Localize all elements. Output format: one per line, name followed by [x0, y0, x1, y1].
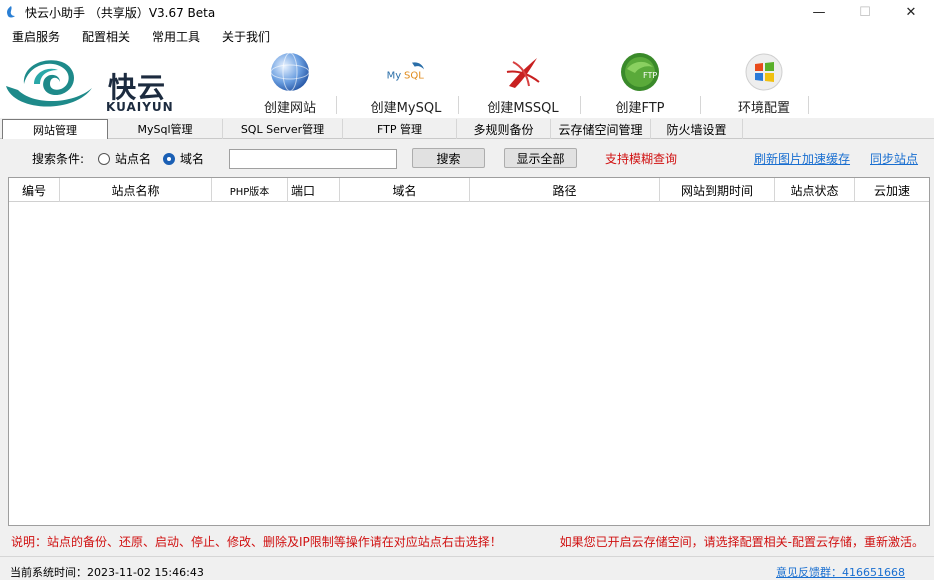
column-header-path[interactable]: 路径: [470, 178, 660, 202]
radio-domain[interactable]: 域名: [163, 150, 204, 167]
status-bar: 当前系统时间：2023-11-02 15:46:43 意见反馈群：4166516…: [0, 556, 934, 580]
svg-text:My: My: [387, 70, 402, 81]
column-header-domain[interactable]: 域名: [340, 178, 470, 202]
close-button[interactable]: ✕: [888, 0, 934, 24]
table-header: 编号 站点名称 PHP版本 端口 域名 路径 网站到期时间 站点状态 云加速: [9, 178, 929, 202]
tab-mysql-management[interactable]: MySql管理: [108, 119, 223, 139]
menu-bar: 重启服务 配置相关 常用工具 关于我们: [0, 24, 934, 48]
site-table[interactable]: 编号 站点名称 PHP版本 端口 域名 路径 网站到期时间 站点状态 云加速: [8, 177, 930, 526]
minimize-button[interactable]: —: [796, 0, 842, 24]
menu-restart-service[interactable]: 重启服务: [0, 28, 70, 45]
radio-domain-label: 域名: [180, 152, 205, 166]
toolbar-separator: [808, 96, 809, 114]
tab-cloud-storage[interactable]: 云存储空间管理: [551, 119, 651, 139]
radio-domain-indicator[interactable]: [163, 152, 175, 165]
column-header-expiry[interactable]: 网站到期时间: [660, 178, 775, 202]
column-header-php-version[interactable]: PHP版本: [212, 178, 288, 202]
menu-config[interactable]: 配置相关: [70, 28, 140, 45]
search-condition-label: 搜索条件:: [32, 152, 85, 166]
windows-icon: [745, 53, 783, 90]
logo-text-en: KUAIYUN: [106, 100, 174, 114]
mssql-icon: [506, 57, 540, 88]
usage-note: 说明：站点的备份、还原、启动、停止、修改、删除及IP限制等操作请在对应站点右击选…: [11, 535, 502, 549]
column-header-port[interactable]: 端口: [288, 178, 340, 202]
search-input[interactable]: [229, 149, 397, 169]
tab-backup[interactable]: 多规则备份: [457, 119, 551, 139]
radio-site-name-label: 站点名: [115, 152, 152, 166]
create-site-button[interactable]: 创建网站: [258, 50, 322, 116]
env-config-button[interactable]: 环境配置: [734, 50, 794, 116]
logo: 快云 KUAIYUN: [4, 54, 184, 114]
search-button[interactable]: 搜索: [412, 148, 485, 168]
create-mysql-label: 创建MySQL: [370, 101, 442, 116]
system-time-label: 当前系统时间：: [10, 566, 87, 579]
ftp-icon: FTP: [621, 52, 659, 91]
column-header-cdn[interactable]: 云加速: [855, 178, 929, 202]
toolbar-separator: [700, 96, 701, 114]
logo-swirl-icon: [6, 60, 92, 107]
create-ftp-button[interactable]: FTP 创建FTP: [610, 50, 670, 116]
globe-icon: [270, 52, 310, 91]
toolbar-separator: [458, 96, 459, 114]
app-icon: [7, 6, 15, 18]
show-all-button[interactable]: 显示全部: [504, 148, 577, 168]
toolbar-separator: [336, 96, 337, 114]
svg-text:FTP: FTP: [643, 71, 657, 80]
refresh-image-cache-link[interactable]: 刷新图片加速缓存: [754, 150, 850, 167]
column-header-id[interactable]: 编号: [9, 178, 60, 202]
radio-site-name[interactable]: 站点名: [98, 150, 151, 167]
tab-site-management[interactable]: 网站管理: [2, 119, 108, 139]
create-mysql-button[interactable]: My SQL 创建MySQL: [366, 50, 446, 116]
cloud-storage-note: 如果您已开启云存储空间，请选择配置相关-配置云存储，重新激活。: [559, 535, 924, 549]
notes-row: 说明：站点的备份、还原、启动、停止、修改、删除及IP限制等操作请在对应站点右击选…: [0, 528, 934, 552]
system-time: 当前系统时间：2023-11-02 15:46:43: [10, 564, 204, 580]
create-site-label: 创建网站: [263, 101, 316, 116]
maximize-button[interactable]: ☐: [842, 0, 888, 24]
create-mssql-button[interactable]: 创建MSSQL: [484, 50, 562, 116]
menu-tools[interactable]: 常用工具: [140, 28, 210, 45]
column-header-status[interactable]: 站点状态: [775, 178, 855, 202]
fuzzy-search-hint: 支持模糊查询: [605, 152, 678, 166]
title-bar: 快云小助手 （共享版）V3.67 Beta — ☐ ✕: [0, 0, 934, 24]
column-header-site-name[interactable]: 站点名称: [60, 178, 212, 202]
radio-site-name-indicator[interactable]: [98, 152, 110, 165]
toolbar-separator: [580, 96, 581, 114]
window-title: 快云小助手 （共享版）V3.67 Beta: [25, 5, 216, 20]
create-ftp-label: 创建FTP: [615, 101, 665, 116]
feedback-group-link[interactable]: 意见反馈群：416651668: [776, 564, 905, 580]
env-config-label: 环境配置: [737, 101, 790, 116]
system-time-value: 2023-11-02 15:46:43: [87, 566, 204, 579]
tab-firewall[interactable]: 防火墙设置: [651, 119, 743, 139]
search-bar: 搜索条件: 站点名 域名 搜索 显示全部 支持模糊查询 刷新图片加速缓存 同步站…: [0, 142, 934, 174]
menu-about[interactable]: 关于我们: [210, 28, 280, 45]
svg-text:SQL: SQL: [404, 70, 424, 81]
mysql-icon: My SQL: [387, 61, 424, 81]
create-mssql-label: 创建MSSQL: [487, 101, 559, 116]
sync-sites-link[interactable]: 同步站点: [870, 150, 918, 167]
toolbar: 快云 KUAIYUN 创建网站 My SQL 创建MySQL 创建MSSQL F…: [0, 48, 934, 118]
tab-sqlserver-management[interactable]: SQL Server管理: [223, 119, 343, 139]
tab-ftp-management[interactable]: FTP 管理: [343, 119, 457, 139]
tab-bar: 网站管理 MySql管理 SQL Server管理 FTP 管理 多规则备份 云…: [0, 119, 934, 139]
